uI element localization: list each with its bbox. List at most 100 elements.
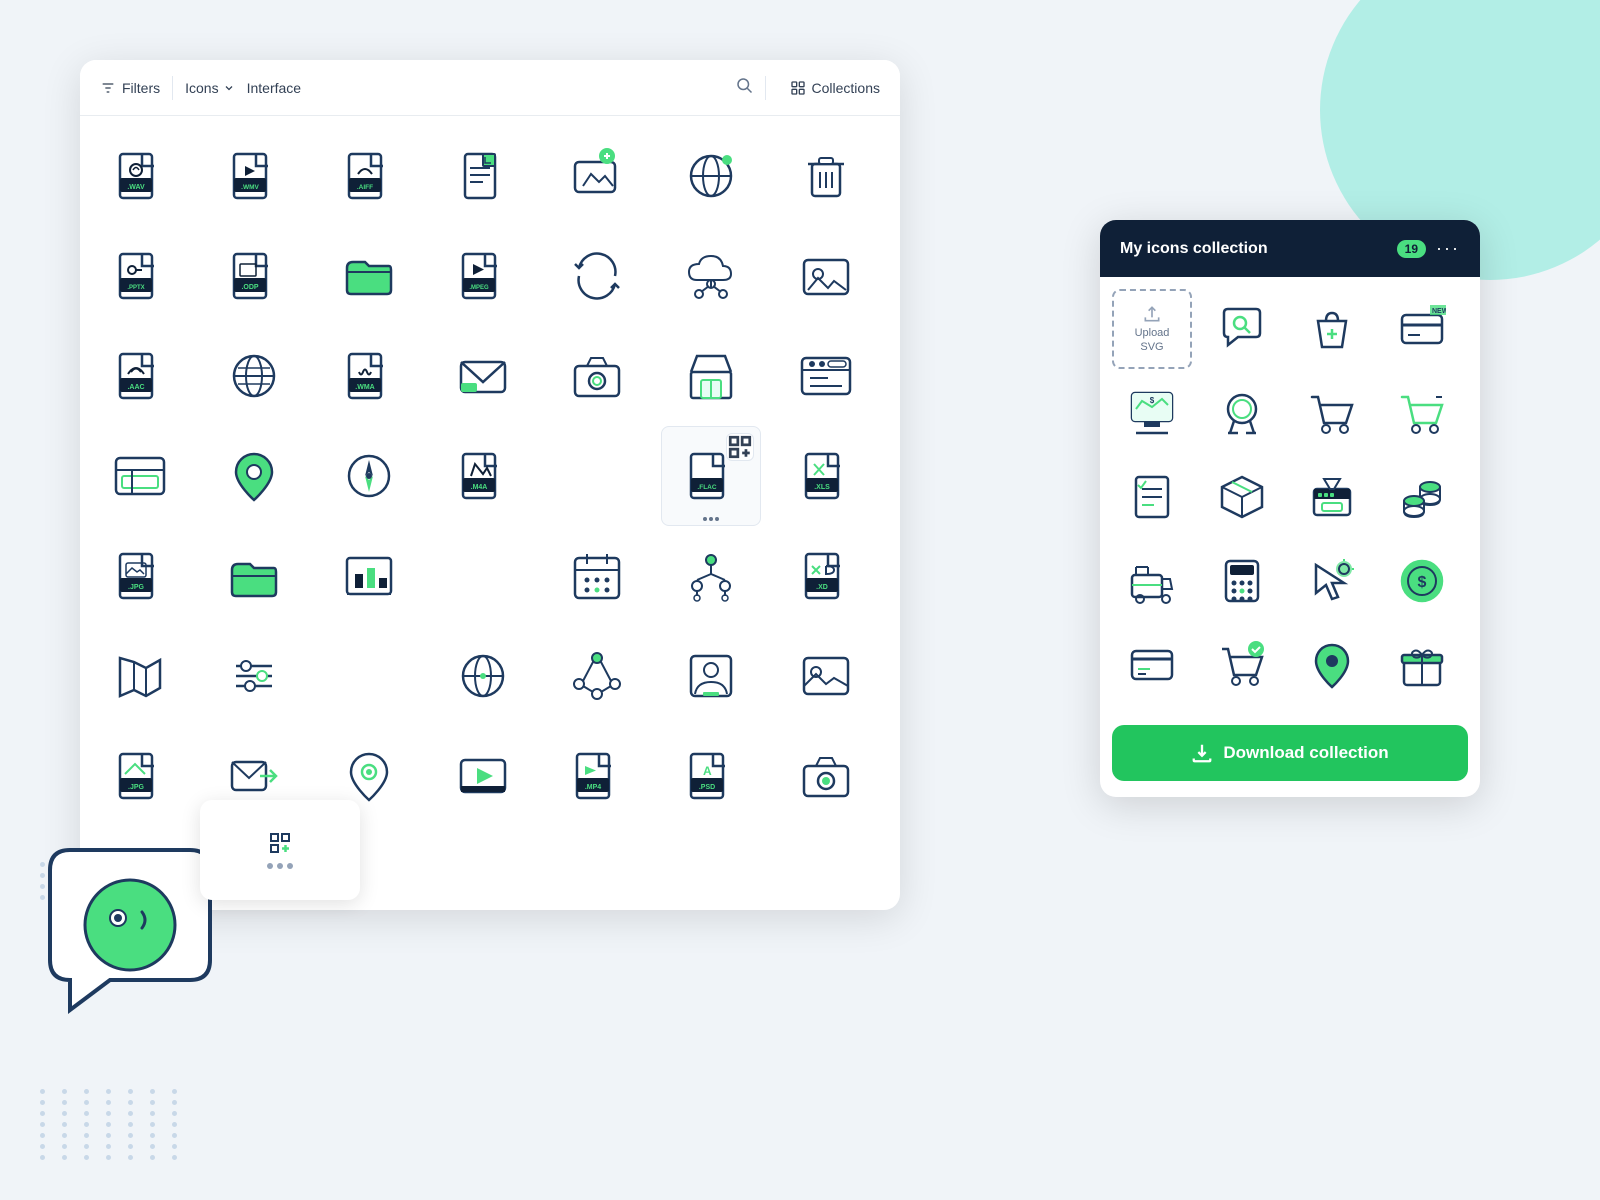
collection-menu-button[interactable]: ··· xyxy=(1436,238,1460,259)
icon-browser[interactable] xyxy=(776,326,876,426)
icon-aiff[interactable]: .AIFF xyxy=(319,126,419,226)
icon-globe[interactable] xyxy=(661,126,761,226)
col-icon-coins[interactable] xyxy=(1382,457,1462,537)
icon-m4a[interactable]: .M4A xyxy=(433,426,533,526)
icons-dropdown[interactable]: Icons xyxy=(185,80,234,96)
icon-network2[interactable] xyxy=(547,626,647,726)
collection-count-badge: 19 xyxy=(1397,240,1426,258)
col-icon-cursor[interactable] xyxy=(1292,541,1372,621)
icon-trash[interactable] xyxy=(776,126,876,226)
icon-mail[interactable] xyxy=(433,326,533,426)
browser-window: Filters Icons Collections xyxy=(80,60,900,910)
col-icon-cart2[interactable] xyxy=(1382,373,1462,453)
icon-image2[interactable] xyxy=(776,626,876,726)
svg-text:.WMA: .WMA xyxy=(355,384,374,391)
svg-text:.JPG: .JPG xyxy=(128,784,145,791)
upload-svg-button[interactable]: UploadSVG xyxy=(1112,289,1192,369)
col-icon-chat-search[interactable] xyxy=(1202,289,1282,369)
collection-title: My icons collection xyxy=(1120,240,1387,258)
icon-location-pin[interactable] xyxy=(204,426,304,526)
col-icon-cart-check[interactable] xyxy=(1202,625,1282,705)
col-icon-dollar[interactable]: $ xyxy=(1382,541,1462,621)
icon-browser2[interactable] xyxy=(90,426,190,526)
icon-flac-hover[interactable]: .FLAC xyxy=(661,426,761,526)
icon-aac[interactable]: .AAC xyxy=(90,326,190,426)
svg-text:.AAC: .AAC xyxy=(127,384,144,391)
svg-text:$: $ xyxy=(1418,574,1427,591)
svg-text:.AIFF: .AIFF xyxy=(356,184,372,191)
search-input[interactable] xyxy=(247,70,723,106)
collection-panel: My icons collection 19 ··· UploadSVG xyxy=(1100,220,1480,797)
icon-hierarchy[interactable] xyxy=(661,526,761,626)
icon-storefront[interactable] xyxy=(661,326,761,426)
icon-sliders[interactable] xyxy=(204,626,304,726)
icon-mp4[interactable]: .MP4 xyxy=(547,726,647,826)
icon-empty2[interactable] xyxy=(433,526,533,626)
collections-button[interactable]: Collections xyxy=(790,80,880,96)
col-icon-pos[interactable]: $ xyxy=(1112,373,1192,453)
add-to-collection-btn[interactable] xyxy=(726,433,754,461)
col-icon-package[interactable] xyxy=(1202,457,1282,537)
col-icon-gift[interactable] xyxy=(1382,625,1462,705)
icon-psd[interactable]: .PSD A xyxy=(661,726,761,826)
search-icon[interactable] xyxy=(735,76,753,99)
icon-compass[interactable] xyxy=(319,426,419,526)
col-icon-credit-card[interactable]: NEW xyxy=(1382,289,1462,369)
icon-photo[interactable] xyxy=(776,226,876,326)
svg-text:.MP4: .MP4 xyxy=(585,784,601,791)
col-icon-calculator[interactable] xyxy=(1202,541,1282,621)
icon-camera[interactable] xyxy=(547,326,647,426)
icon-empty3[interactable] xyxy=(319,626,419,726)
icons-grid: .WAV .WMV .AIFF xyxy=(80,116,900,910)
icon-profile[interactable] xyxy=(661,626,761,726)
filters-button[interactable]: Filters xyxy=(100,80,160,96)
icon-document[interactable] xyxy=(433,126,533,226)
icon-folder2[interactable] xyxy=(204,526,304,626)
icon-jpg2[interactable]: .JPG xyxy=(90,726,190,826)
icon-map[interactable] xyxy=(90,626,190,726)
svg-text:.M4A: .M4A xyxy=(470,484,487,491)
col-icon-delivery[interactable] xyxy=(1112,541,1192,621)
toolbar: Filters Icons Collections xyxy=(80,60,900,116)
svg-text:.WAV: .WAV xyxy=(127,184,145,191)
svg-text:.FLAC: .FLAC xyxy=(698,484,717,491)
icon-empty[interactable] xyxy=(547,426,647,526)
svg-text:A: A xyxy=(703,764,712,778)
icon-mpeg[interactable]: .MPEG xyxy=(433,226,533,326)
icon-xls[interactable]: .XLS xyxy=(776,426,876,526)
icon-wma[interactable]: .WMA xyxy=(319,326,419,426)
col-icon-receipt[interactable] xyxy=(1112,457,1192,537)
tooltip-dots xyxy=(267,863,293,869)
icon-chart[interactable] xyxy=(319,526,419,626)
icon-jpg[interactable]: .JPG xyxy=(90,526,190,626)
svg-text:.PPTX: .PPTX xyxy=(127,285,144,291)
hover-bottom-dots[interactable] xyxy=(703,517,719,521)
icon-globe3[interactable] xyxy=(433,626,533,726)
col-icon-cart[interactable] xyxy=(1292,373,1372,453)
svg-text:.WMV: .WMV xyxy=(241,184,259,191)
icon-sync[interactable] xyxy=(547,226,647,326)
icon-pptx[interactable]: .PPTX xyxy=(90,226,190,326)
icon-camera2[interactable] xyxy=(776,726,876,826)
svg-text:NEW: NEW xyxy=(1432,308,1446,315)
icon-wav[interactable]: .WAV xyxy=(90,126,190,226)
col-icon-location[interactable] xyxy=(1292,625,1372,705)
icon-video-file[interactable] xyxy=(433,726,533,826)
icon-image-upload[interactable] xyxy=(547,126,647,226)
icon-calendar[interactable] xyxy=(547,526,647,626)
col-icon-cash[interactable] xyxy=(1292,457,1372,537)
svg-text:.XD: .XD xyxy=(816,584,828,591)
icon-folder[interactable] xyxy=(319,226,419,326)
download-collection-button[interactable]: Download collection xyxy=(1112,725,1468,781)
svg-text:.ODP: .ODP xyxy=(242,284,259,291)
icon-cloud-network[interactable] xyxy=(661,226,761,326)
col-icon-bag-add[interactable] xyxy=(1292,289,1372,369)
icons-dropdown-label: Icons xyxy=(185,80,218,96)
icon-globe2[interactable] xyxy=(204,326,304,426)
col-icon-credit-flat[interactable] xyxy=(1112,625,1192,705)
icon-xd[interactable]: .XD xyxy=(776,526,876,626)
col-icon-award[interactable] xyxy=(1202,373,1282,453)
icon-wmv[interactable]: .WMV xyxy=(204,126,304,226)
icon-odp[interactable]: .ODP xyxy=(204,226,304,326)
divider-2 xyxy=(765,76,766,100)
